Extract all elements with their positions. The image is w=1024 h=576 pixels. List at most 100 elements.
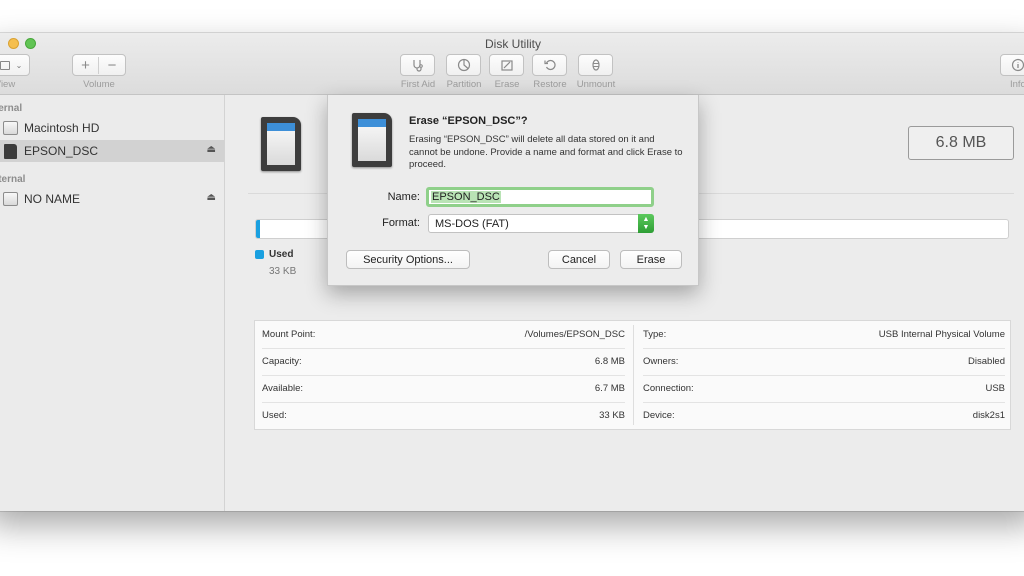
sd-card-stripe [267,123,295,131]
sd-card-icon [4,143,17,159]
info-value: 6.7 MB [594,383,625,394]
info-row-type: Type: USB Internal Physical Volume [643,321,1005,348]
sidebar-item-label: Macintosh HD [24,121,100,135]
info-value: Disabled [968,356,1005,367]
dialog-title: Erase “EPSON_DSC”? [409,115,528,127]
eject-icon[interactable]: ⏏ [207,192,216,203]
format-label: Format: [382,217,420,229]
info-key: Connection: [643,383,694,394]
info-value: 33 KB [599,410,625,421]
sd-card-label [358,127,386,161]
info-row-available: Available: 6.7 MB [262,375,625,402]
info-key: Mount Point: [262,329,316,340]
erase-toolbar-button[interactable] [489,54,524,76]
row-divider [262,375,625,376]
disk-utility-window: Disk Utility ⌄ View + − Volume First Aid… [0,33,1024,511]
chevron-down-icon: ⌄ [15,60,23,70]
usage-bar-fill [256,220,260,238]
cancel-button[interactable]: Cancel [548,250,610,269]
used-legend-swatch [255,250,264,259]
volume-label: Volume [83,79,115,90]
row-divider [643,402,1005,403]
info-row-device: Device: disk2s1 [643,402,1005,429]
name-field-value: EPSON_DSC [431,191,501,203]
chevron-updown-icon: ▲ ▼ [638,214,654,233]
info-value: 6.8 MB [594,356,625,367]
sd-card-dialog-icon [352,113,392,167]
disk-icon [3,192,18,206]
info-value: USB Internal Physical Volume [878,329,1005,340]
info-key: Available: [262,383,304,394]
erase-icon [500,60,513,71]
unmount-label: Unmount [576,79,616,90]
sidebar-item-label: EPSON_DSC [24,144,99,158]
dialog-message: Erasing “EPSON_DSC” will delete all data… [409,134,683,170]
row-divider [262,348,625,349]
sd-card-large-icon [261,117,301,171]
info-row-mount-point: Mount Point: /Volumes/EPSON_DSC [262,321,625,348]
add-volume-button[interactable]: + [73,56,100,74]
volume-size-display: 6.8 MB [908,126,1014,160]
sd-card-label [267,131,295,165]
format-select-value: MS-DOS (FAT) [435,217,509,230]
info-row-owners: Owners: Disabled [643,348,1005,375]
erase-toolbar-label: Erase [494,79,520,90]
screen: Disk Utility ⌄ View + − Volume First Aid… [0,0,1024,576]
sidebar-view-icon [0,60,10,70]
unmount-icon [591,59,600,71]
used-legend-label: Used [269,249,294,260]
restore-icon [543,59,556,71]
info-key: Owners: [643,356,679,367]
first-aid-label: First Aid [400,79,436,90]
unmount-button[interactable] [578,54,613,76]
partition-button[interactable] [446,54,481,76]
info-button[interactable] [1000,54,1024,76]
used-legend-value: 33 KB [269,266,297,277]
info-key: Device: [643,410,675,421]
erase-dialog: Erase “EPSON_DSC”? Erasing “EPSON_DSC” w… [327,95,699,286]
eject-icon[interactable]: ⏏ [207,144,216,155]
info-label: Info [1010,79,1024,90]
pie-partition-icon [457,58,470,72]
sidebar-item-macintosh-hd[interactable]: Macintosh HD [0,117,224,139]
row-divider [262,402,625,403]
row-divider [643,375,1005,376]
security-options-button[interactable]: Security Options... [346,250,470,269]
restore-button[interactable] [532,54,567,76]
partition-label: Partition [446,79,482,90]
info-icon [1011,58,1024,72]
volume-button-group: + − [72,54,126,76]
stethoscope-icon [412,60,423,72]
format-select[interactable]: MS-DOS (FAT) ▲ ▼ [428,214,654,233]
info-row-used: Used: 33 KB [262,402,625,429]
view-button[interactable]: ⌄ [0,54,30,76]
column-divider [633,325,634,425]
titlebar: Disk Utility ⌄ View + − Volume First Aid… [0,33,1024,95]
name-field[interactable]: EPSON_DSC [426,187,654,207]
window-title: Disk Utility [485,37,541,51]
info-key: Used: [262,410,287,421]
row-divider [643,348,1005,349]
info-value: disk2s1 [972,410,1005,421]
erase-button[interactable]: Erase [620,250,682,269]
info-row-connection: Connection: USB [643,375,1005,402]
sd-card-stripe [358,119,386,127]
remove-volume-button[interactable]: − [99,57,125,74]
sidebar-header-internal: Internal [0,103,23,114]
name-label: Name: [387,191,420,203]
info-key: Type: [643,329,667,340]
sidebar-item-epson-dsc[interactable]: EPSON_DSC ⏏ [0,140,224,162]
restore-label: Restore [533,79,567,90]
info-row-capacity: Capacity: 6.8 MB [262,348,625,375]
sidebar-header-external: External [0,174,26,185]
info-value: USB [985,383,1005,394]
info-value: /Volumes/EPSON_DSC [524,329,625,340]
first-aid-button[interactable] [400,54,435,76]
volume-info-table: Mount Point: /Volumes/EPSON_DSC Capacity… [254,320,1011,430]
hard-disk-icon [3,121,18,135]
info-key: Capacity: [262,356,302,367]
view-label: View [0,79,16,90]
sidebar-item-no-name[interactable]: NO NAME ⏏ [0,188,224,210]
sidebar: Internal Macintosh HD EPSON_DSC ⏏ Extern… [0,95,225,511]
sidebar-item-label: NO NAME [24,192,81,206]
